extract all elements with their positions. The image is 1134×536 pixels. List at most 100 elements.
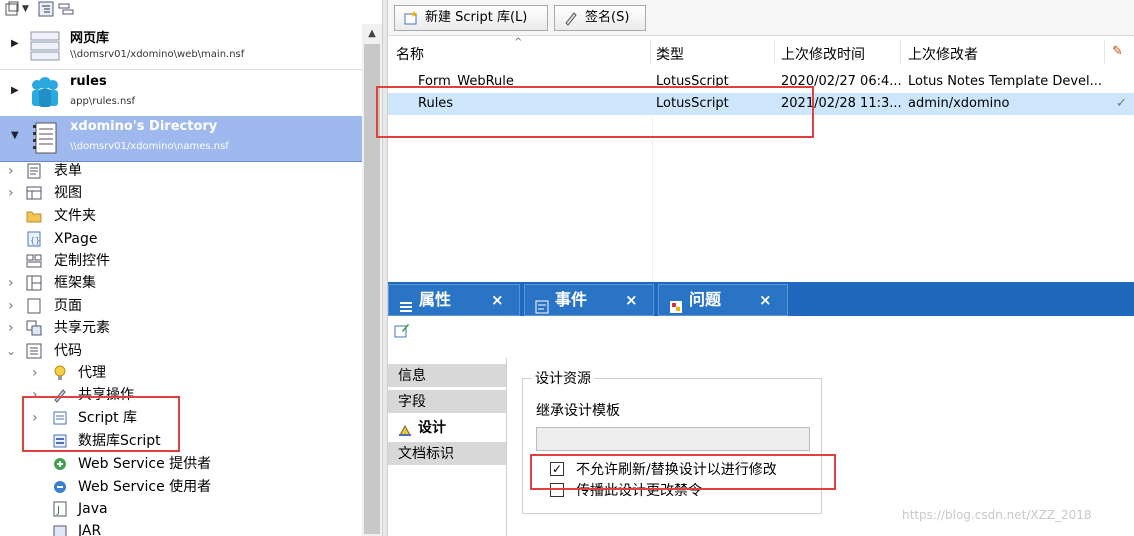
expand-chevron-icon[interactable]: ›	[8, 272, 14, 294]
new-script-library-button[interactable]: 新建 Script 库(L)	[394, 5, 548, 31]
database-item-rules[interactable]: ▶ rules app\rules.nsf	[0, 71, 362, 117]
close-icon[interactable]: ×	[491, 285, 504, 315]
tree-item-label: Web Service 提供者	[78, 456, 212, 472]
properties-icon	[399, 294, 413, 312]
edit-properties-icon[interactable]	[394, 322, 410, 338]
tree-item-java[interactable]: J Java	[0, 498, 362, 520]
row-modified: 2021/02/28 11:3...	[781, 96, 902, 111]
prop-tab-design[interactable]: 设计	[388, 416, 506, 440]
row-modified: 2020/02/27 06:4...	[781, 74, 902, 89]
bottom-tab-bar: 属性 × 事件 × 问题 ×	[388, 282, 1134, 316]
xpage-icon: {}	[26, 231, 42, 247]
custom-control-icon	[26, 253, 42, 269]
tree-item-xpage[interactable]: {} XPage	[0, 228, 362, 250]
tree-item-folders[interactable]: 文件夹	[0, 205, 362, 227]
web-service-consumer-icon	[52, 479, 68, 495]
expand-chevron-icon[interactable]: ›	[8, 317, 14, 339]
tree-item-label: Script 库	[78, 410, 138, 426]
tree-item-shared-elements[interactable]: › 共享元素	[0, 317, 362, 339]
database-script-icon	[52, 433, 68, 449]
list-empty-area	[652, 116, 1134, 282]
expand-chevron-icon[interactable]: ›	[8, 160, 14, 182]
sign-button[interactable]: 签名(S)	[554, 5, 646, 31]
action-toolbar: 新建 Script 库(L) 签名(S)	[388, 0, 1134, 36]
tree-item-pages[interactable]: › 页面	[0, 295, 362, 317]
list-view-icon[interactable]	[58, 1, 74, 18]
properties-panel: 信息 字段 设计 文档标识 设计资源 继承设计模板 ✓ 不允许刷新/替换设计以进…	[388, 316, 1134, 536]
web-service-provider-icon	[52, 456, 68, 472]
expand-chevron-icon[interactable]: ›	[32, 362, 38, 384]
column-name[interactable]: 名称	[396, 44, 424, 64]
tree-item-code[interactable]: ⌄ 代码	[0, 340, 362, 362]
column-header: 名称 ^ 类型 上次修改时间 上次修改者 ✎	[388, 36, 1134, 68]
expand-arrow-icon[interactable]: ▶	[11, 85, 19, 96]
prohibit-refresh-label: 不允许刷新/替换设计以进行修改	[576, 462, 777, 478]
problems-icon	[669, 294, 683, 313]
scroll-thumb[interactable]	[364, 44, 380, 534]
tree-item-label: 共享元素	[54, 320, 110, 336]
database-title: xdomino's Directory	[70, 119, 218, 134]
table-row-selected[interactable]: Rules LotusScript 2021/02/28 11:3... adm…	[388, 93, 1134, 115]
prop-tab-fields[interactable]: 字段	[388, 390, 506, 414]
row-name: Rules	[418, 96, 454, 111]
collapse-arrow-icon[interactable]: ▼	[11, 130, 19, 141]
tree-item-forms[interactable]: › 表单	[0, 160, 362, 182]
tree-item-views[interactable]: › 视图	[0, 182, 362, 204]
sort-ascending-icon: ^	[514, 37, 523, 48]
inherit-template-label: 继承设计模板	[536, 403, 620, 419]
tab-events[interactable]: 事件 ×	[524, 284, 654, 316]
expand-chevron-icon[interactable]: ›	[8, 295, 14, 317]
tree-item-jar[interactable]: JAR	[0, 520, 362, 536]
expand-arrow-icon[interactable]: ▶	[11, 38, 19, 49]
jar-icon	[52, 523, 68, 536]
tree-item-agents[interactable]: › 代理	[0, 362, 362, 384]
tree-view-icon[interactable]	[38, 1, 54, 18]
tree-item-label: Java	[78, 501, 108, 517]
database-path: \\domsrv01/xdomino\names.nsf	[70, 141, 229, 152]
dropdown-arrow-icon[interactable]: ▼	[22, 1, 29, 18]
tree-item-label: 共享操作	[78, 387, 134, 403]
table-row[interactable]: Form_WebRule LotusScript 2020/02/27 06:4…	[388, 71, 1134, 93]
navigator-scrollbar[interactable]: ▲	[362, 24, 382, 536]
tree-item-script-libraries[interactable]: › Script 库	[0, 407, 362, 429]
tree-item-web-service-consumers[interactable]: Web Service 使用者	[0, 476, 362, 498]
prop-tab-label: 字段	[398, 394, 426, 410]
directory-book-icon	[28, 120, 62, 156]
tab-label: 问题	[689, 290, 722, 309]
close-icon[interactable]: ×	[625, 285, 638, 315]
scroll-up-icon[interactable]: ▲	[362, 26, 382, 42]
tab-label: 事件	[555, 290, 588, 309]
column-type[interactable]: 类型	[656, 44, 684, 64]
prop-tab-info[interactable]: 信息	[388, 364, 506, 388]
tree-item-database-script[interactable]: 数据库Script	[0, 430, 362, 452]
prop-tab-label: 文档标识	[398, 446, 454, 462]
column-modified-by[interactable]: 上次修改者	[908, 44, 978, 64]
expand-chevron-icon[interactable]: ›	[8, 182, 14, 204]
tree-item-custom-controls[interactable]: 定制控件	[0, 250, 362, 272]
expand-chevron-icon[interactable]: ›	[32, 384, 38, 406]
collapse-chevron-icon[interactable]: ⌄	[6, 340, 16, 362]
database-item-web[interactable]: ▶ 网页库 \\domsrv01/xdomino\web\main.nsf	[0, 24, 362, 70]
tree-item-framesets[interactable]: › 框架集	[0, 272, 362, 294]
prohibit-refresh-checkbox[interactable]: ✓	[550, 462, 564, 476]
propagate-prohibition-checkbox[interactable]	[550, 483, 564, 497]
column-modified[interactable]: 上次修改时间	[781, 44, 865, 64]
tab-problems[interactable]: 问题 ×	[658, 284, 788, 316]
tree-item-web-service-providers[interactable]: Web Service 提供者	[0, 453, 362, 475]
tab-properties[interactable]: 属性 ×	[388, 284, 520, 316]
inherit-template-input[interactable]	[536, 427, 810, 451]
prop-tab-document-ids[interactable]: 文档标识	[388, 442, 506, 466]
expand-chevron-icon[interactable]: ›	[32, 407, 38, 429]
database-path: \\domsrv01/xdomino\web\main.nsf	[70, 49, 245, 60]
new-window-icon[interactable]	[4, 1, 20, 18]
page-icon	[26, 298, 42, 314]
watermark: https://blog.csdn.net/XZZ_2018	[902, 508, 1092, 522]
signer-column-icon[interactable]: ✎	[1112, 44, 1123, 59]
tree-item-shared-actions[interactable]: › 共享操作	[0, 384, 362, 406]
database-item-directory[interactable]: ▼ xdomino's Directory \\domsrv01/xdomino…	[0, 116, 362, 162]
sign-pen-icon	[563, 10, 579, 26]
sign-label: 签名(S)	[585, 10, 630, 25]
tree-item-label: Web Service 使用者	[78, 479, 212, 495]
close-icon[interactable]: ×	[759, 285, 772, 315]
new-library-icon	[403, 10, 419, 26]
